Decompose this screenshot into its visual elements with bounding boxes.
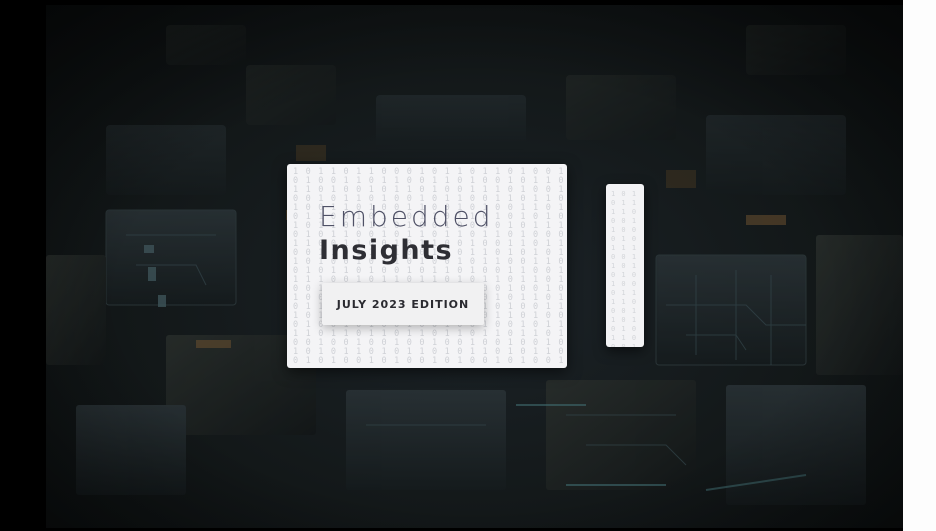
edition-badge: JULY 2023 EDITION (322, 283, 484, 325)
side-binary-pattern: 1 0 1 0 1 1 1 1 0 0 0 1 1 0 0 0 1 0 1 1 … (611, 190, 638, 347)
slide-viewer: 1 0 1 1 0 1 1 0 0 0 1 0 1 1 0 1 1 0 1 0 … (0, 0, 936, 531)
title-line-2: Insights (319, 235, 454, 266)
viewer-margin-right (903, 0, 936, 531)
title-card: 1 0 1 1 0 1 1 0 0 0 1 0 1 1 0 1 1 0 1 0 … (287, 164, 567, 368)
letterbox-left (0, 0, 46, 531)
side-panel: 1 0 1 0 1 1 1 1 0 0 0 1 1 0 0 0 1 0 1 1 … (606, 184, 644, 347)
title-line-1: Embedded (319, 200, 494, 233)
